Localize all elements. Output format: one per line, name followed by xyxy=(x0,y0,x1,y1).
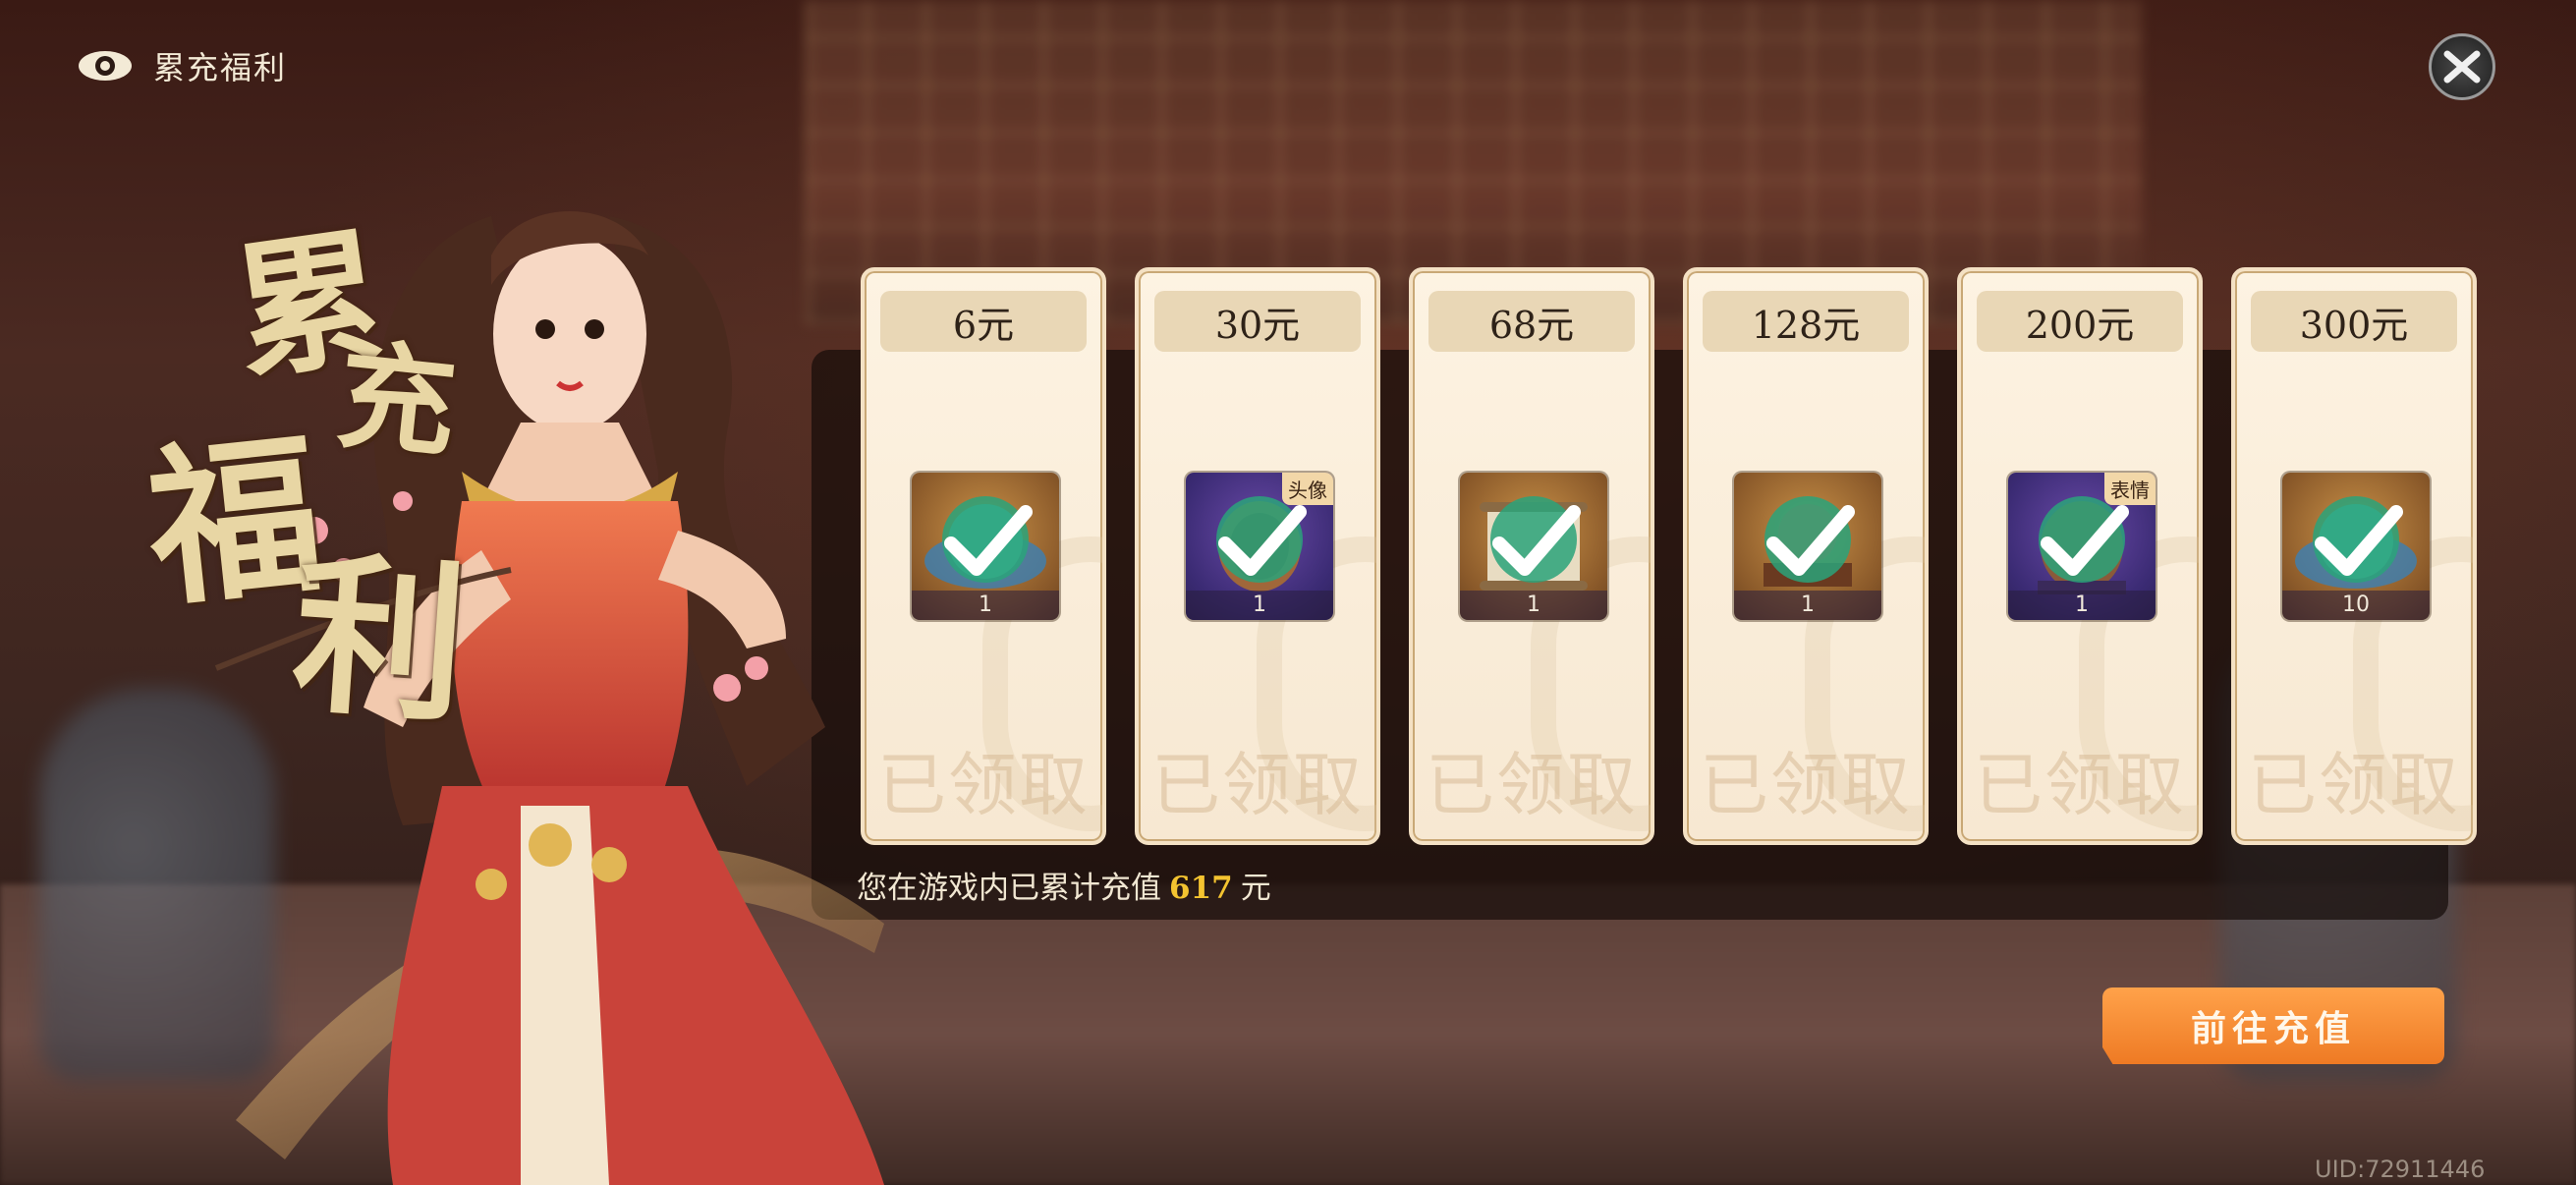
total-amount: 617 xyxy=(1169,871,1233,906)
claimed-status: 已领取 xyxy=(877,745,1090,825)
eye-icon[interactable] xyxy=(77,49,134,83)
item-count: 10 xyxy=(2282,591,2430,620)
claimed-status: 已领取 xyxy=(1700,745,1912,825)
reward-card[interactable]: 128元 1 已领取 xyxy=(1683,267,1929,845)
item-count: 1 xyxy=(2008,591,2156,620)
item-tag: 头像 xyxy=(1282,473,1333,505)
reward-item[interactable]: 1 xyxy=(912,473,1059,620)
go-recharge-label: 前往充值 xyxy=(2190,1009,2356,1049)
reward-item[interactable]: 10 xyxy=(2282,473,2430,620)
claimed-status: 已领取 xyxy=(2248,745,2460,825)
claimed-status: 已领取 xyxy=(1151,745,1364,825)
tier-amount: 300元 xyxy=(2251,291,2457,352)
calligraphy-char-2: 充 xyxy=(330,325,463,476)
claimed-status: 已领取 xyxy=(1974,745,2186,825)
uid-label: UID:72911446 xyxy=(2315,1156,2486,1183)
reward-card[interactable]: 300元 10 已领取 xyxy=(2231,267,2477,845)
item-count: 1 xyxy=(912,591,1059,620)
reward-card[interactable]: 200元表情 1 已领取 xyxy=(1957,267,2203,845)
close-button[interactable] xyxy=(2429,33,2495,100)
reward-item[interactable]: 表情 1 xyxy=(2008,473,2156,620)
total-suffix: 元 xyxy=(1240,871,1271,906)
reward-item[interactable]: 1 xyxy=(1460,473,1607,620)
tier-amount: 6元 xyxy=(880,291,1087,352)
reward-card[interactable]: 68元 1 已领取 xyxy=(1409,267,1654,845)
calligraphy-char-4: 利 xyxy=(287,534,473,747)
item-count: 1 xyxy=(1734,591,1881,620)
reward-item[interactable]: 头像 1 xyxy=(1186,473,1333,620)
reward-card[interactable]: 30元头像 1 已领取 xyxy=(1135,267,1380,845)
close-icon xyxy=(2443,50,2481,84)
tier-amount: 68元 xyxy=(1428,291,1635,352)
item-tag: 表情 xyxy=(2104,473,2156,505)
reward-card[interactable]: 6元 1 已领取 xyxy=(861,267,1106,845)
recharge-total: 您在游戏内已累计充值 617 元 xyxy=(857,863,1271,907)
reward-item[interactable]: 1 xyxy=(1734,473,1881,620)
page-title: 累充福利 xyxy=(153,49,288,86)
page-header: 累充福利 xyxy=(77,43,287,88)
item-count: 1 xyxy=(1186,591,1333,620)
go-recharge-button[interactable]: 前往充值 xyxy=(2102,988,2444,1064)
tier-amount: 128元 xyxy=(1703,291,1909,352)
tier-amount: 30元 xyxy=(1154,291,1361,352)
total-prefix: 您在游戏内已累计充值 xyxy=(857,871,1161,906)
item-count: 1 xyxy=(1460,591,1607,620)
tier-amount: 200元 xyxy=(1977,291,2183,352)
claimed-status: 已领取 xyxy=(1426,745,1638,825)
